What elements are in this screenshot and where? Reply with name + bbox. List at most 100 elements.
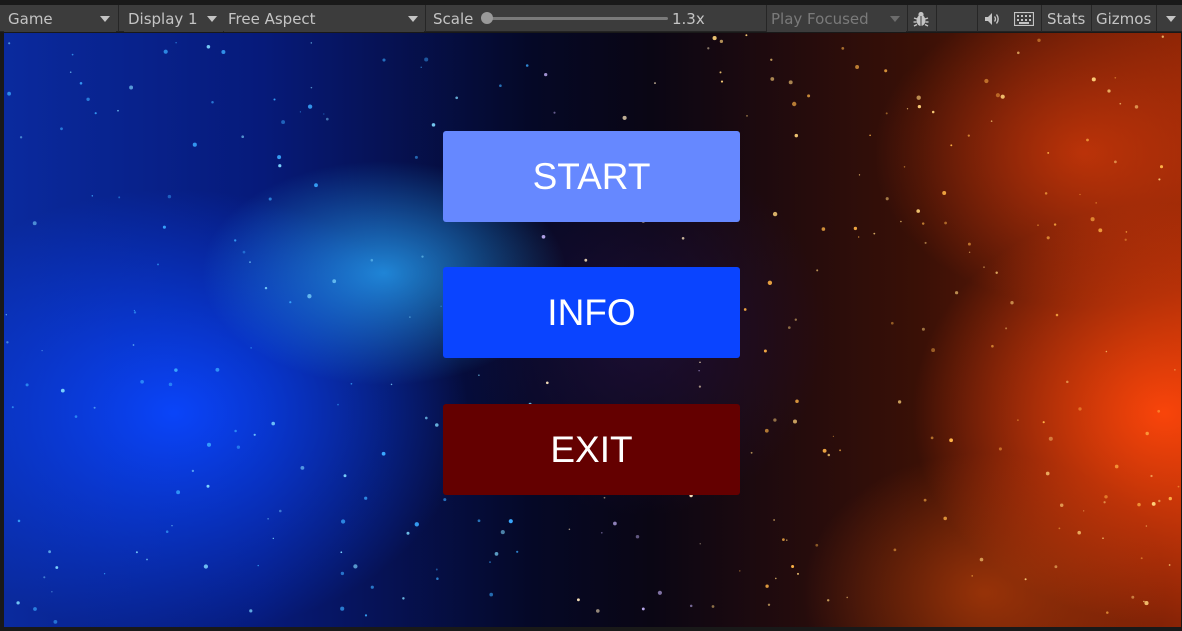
star xyxy=(1145,431,1149,436)
play-mode-dropdown[interactable]: Play Focused xyxy=(767,5,906,32)
mute-audio-button[interactable] xyxy=(980,5,1006,32)
star xyxy=(1053,223,1057,226)
toolbar-divider xyxy=(118,5,119,32)
aspect-dropdown[interactable]: Free Aspect xyxy=(224,5,424,32)
star xyxy=(544,72,548,77)
star xyxy=(494,552,499,556)
star xyxy=(271,421,275,426)
star xyxy=(93,406,96,409)
star xyxy=(699,361,701,364)
star xyxy=(1010,301,1014,305)
star xyxy=(995,271,998,275)
play-mode-label: Play Focused xyxy=(771,9,869,28)
star xyxy=(792,101,797,107)
star xyxy=(1047,151,1050,154)
star xyxy=(545,381,549,385)
star xyxy=(763,349,767,353)
shortcuts-button[interactable] xyxy=(1010,5,1038,32)
star xyxy=(984,78,989,84)
star xyxy=(553,111,556,114)
chevron-down-icon xyxy=(890,16,900,22)
star xyxy=(924,241,927,244)
star xyxy=(277,155,282,160)
view-type-label: Game xyxy=(8,9,53,28)
star xyxy=(858,174,861,176)
star xyxy=(770,58,773,61)
star xyxy=(827,453,831,457)
exit-button[interactable]: EXIT xyxy=(443,404,740,495)
star xyxy=(541,234,546,239)
star xyxy=(1134,105,1139,109)
star xyxy=(171,525,173,527)
start-button[interactable]: START xyxy=(443,131,740,222)
star xyxy=(133,309,136,312)
star xyxy=(478,374,480,376)
star xyxy=(337,403,339,406)
star xyxy=(477,519,481,523)
stats-toggle[interactable]: Stats xyxy=(1043,5,1091,32)
gizmos-toggle[interactable]: Gizmos xyxy=(1092,5,1155,32)
unity-editor-game-window: Game Display 1 Free Aspect Scale 1.3x Pl… xyxy=(0,0,1182,631)
star xyxy=(332,279,337,284)
star xyxy=(249,261,251,263)
star xyxy=(917,104,922,109)
star xyxy=(60,388,65,393)
star xyxy=(455,96,459,100)
star xyxy=(711,605,715,608)
star xyxy=(739,570,741,572)
star xyxy=(622,115,627,120)
star xyxy=(435,568,438,571)
star xyxy=(1125,231,1128,233)
star xyxy=(1077,530,1081,535)
info-button[interactable]: INFO xyxy=(443,267,740,358)
star xyxy=(103,573,106,575)
star xyxy=(774,577,777,580)
star xyxy=(689,604,693,608)
star xyxy=(1114,464,1119,469)
star xyxy=(921,222,925,225)
star xyxy=(364,496,368,500)
star xyxy=(236,445,241,449)
star xyxy=(278,164,282,168)
star xyxy=(310,86,313,89)
star xyxy=(211,101,214,104)
display-dropdown[interactable]: Display 1 xyxy=(124,5,223,32)
star xyxy=(743,308,747,311)
star xyxy=(249,609,253,613)
star xyxy=(995,93,1000,98)
star xyxy=(94,112,97,115)
star xyxy=(1091,77,1096,82)
toolbar-divider xyxy=(936,5,937,32)
display-label: Display 1 xyxy=(128,9,198,28)
star xyxy=(1005,327,1008,330)
star xyxy=(424,416,428,420)
star xyxy=(1177,485,1180,488)
star xyxy=(1055,313,1059,317)
star xyxy=(568,528,571,531)
star xyxy=(773,519,775,521)
star xyxy=(1095,202,1098,204)
star xyxy=(795,399,799,403)
star xyxy=(822,448,827,453)
debug-button[interactable] xyxy=(908,5,934,32)
star xyxy=(192,142,197,147)
star xyxy=(931,110,935,114)
star xyxy=(657,590,662,595)
star xyxy=(206,484,210,488)
star xyxy=(79,82,83,85)
star xyxy=(1144,601,1149,606)
star xyxy=(11,406,14,409)
view-type-dropdown[interactable]: Game xyxy=(4,5,116,32)
star xyxy=(782,538,785,541)
scale-slider-handle[interactable] xyxy=(481,12,493,24)
star xyxy=(203,564,209,569)
star xyxy=(264,286,268,290)
star xyxy=(215,367,220,372)
star xyxy=(1024,578,1027,581)
star xyxy=(409,316,411,318)
star xyxy=(234,429,237,433)
star xyxy=(299,111,302,113)
star xyxy=(1045,471,1050,476)
gizmos-dropdown[interactable] xyxy=(1157,5,1182,32)
scale-slider-track[interactable] xyxy=(484,17,668,20)
